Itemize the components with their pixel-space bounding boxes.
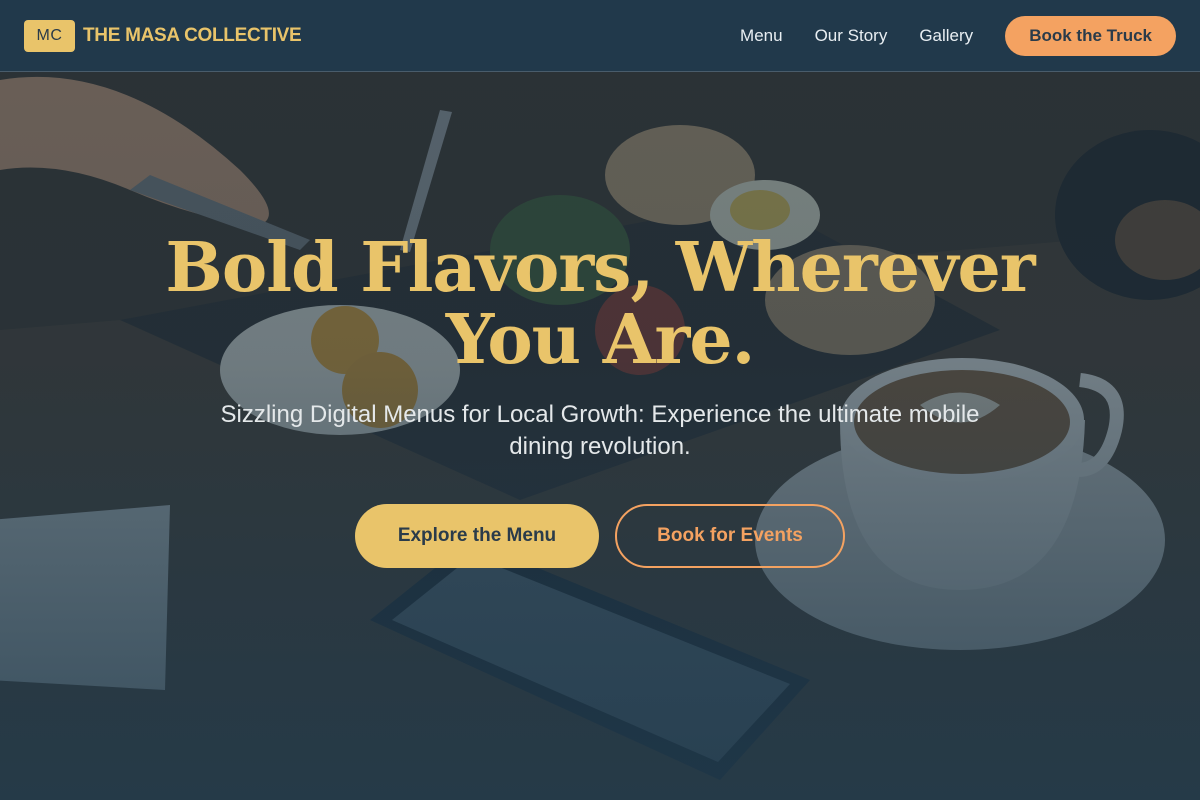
brand-name[interactable]: THE MASA COLLECTIVE — [83, 25, 302, 47]
site-header: MC THE MASA COLLECTIVE Menu Our Story Ga… — [0, 0, 1200, 72]
hero-subheadline: Sizzling Digital Menus for Local Growth:… — [220, 401, 980, 460]
main-nav: Menu Our Story Gallery Book the Truck — [740, 15, 1176, 56]
nav-link-gallery[interactable]: Gallery — [919, 26, 973, 46]
hero-headline: Bold Flavors, Wherever You Are. — [165, 228, 1035, 380]
explore-menu-button[interactable]: Explore the Menu — [355, 504, 599, 568]
book-for-events-button[interactable]: Book for Events — [615, 504, 845, 568]
nav-link-our-story[interactable]: Our Story — [815, 26, 888, 46]
nav-link-menu[interactable]: Menu — [740, 26, 783, 46]
hero-content: Bold Flavors, Wherever You Are. Sizzling… — [0, 0, 1200, 800]
book-the-truck-button[interactable]: Book the Truck — [1005, 15, 1176, 56]
logo-badge[interactable]: MC — [24, 19, 75, 52]
